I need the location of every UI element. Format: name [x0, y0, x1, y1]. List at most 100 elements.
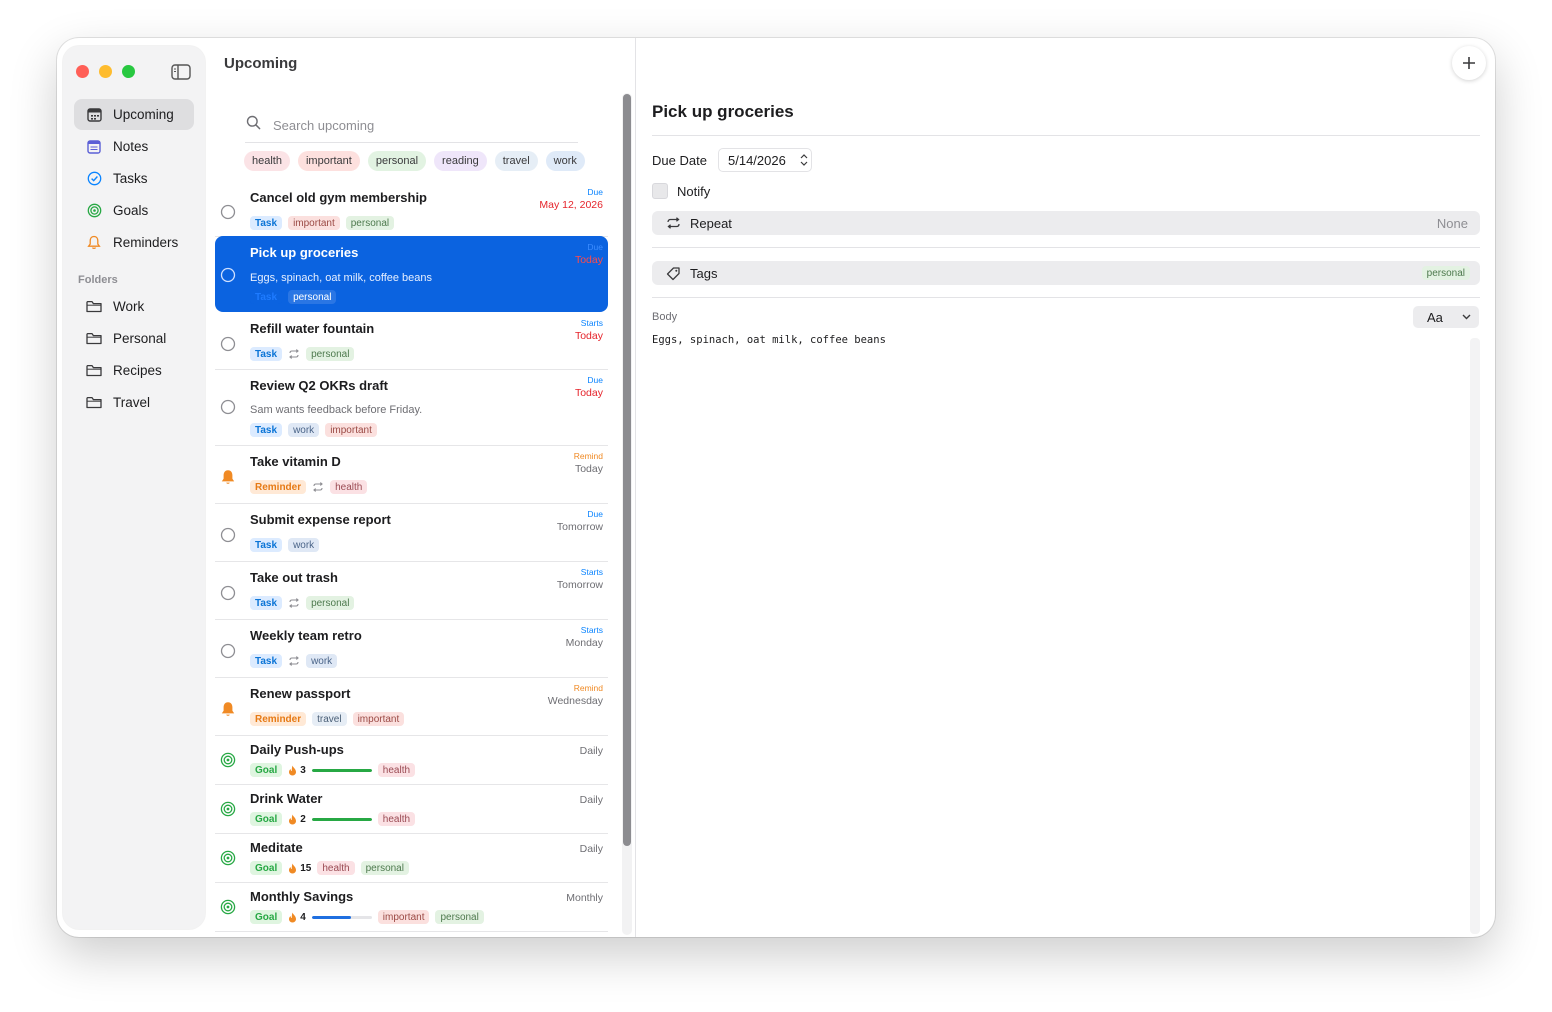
- item-tags: Task personal: [250, 347, 355, 361]
- type-badge: Reminder: [250, 480, 307, 494]
- list-item[interactable]: Review Q2 OKRs draft Sam wants feedback …: [215, 369, 608, 446]
- target-icon: [220, 899, 236, 915]
- item-tags: Goal 15 health personal: [250, 861, 409, 875]
- search-bar: [245, 108, 578, 143]
- body-editor[interactable]: Eggs, spinach, oat milk, coffee beans: [652, 334, 886, 346]
- item-title: Take vitamin D: [250, 454, 341, 469]
- repeat-icon: [312, 481, 324, 493]
- empty-circle-icon[interactable]: [220, 399, 236, 415]
- date-stepper-icon[interactable]: [799, 152, 809, 168]
- sidebar-folder-personal[interactable]: Personal: [74, 323, 194, 354]
- notify-toggle[interactable]: Notify: [652, 183, 710, 199]
- font-style-button[interactable]: Aa: [1413, 306, 1479, 328]
- close-window-button[interactable]: [76, 65, 89, 78]
- item-title: Drink Water: [250, 791, 323, 806]
- tag-badge: personal: [360, 861, 409, 875]
- sidebar-item-upcoming[interactable]: Upcoming: [74, 99, 194, 130]
- list-item[interactable]: Take out trash Task personal Starts Tomo…: [215, 561, 608, 620]
- sidebar-item-tasks[interactable]: Tasks: [74, 163, 194, 194]
- empty-circle-icon[interactable]: [220, 585, 236, 601]
- list-item[interactable]: Cancel old gym membership Task important…: [215, 181, 608, 237]
- sidebar-folder-travel[interactable]: Travel: [74, 387, 194, 418]
- date-value: Today: [574, 254, 603, 266]
- date-kind-label: Due: [587, 375, 603, 385]
- filter-chip-reading[interactable]: reading: [434, 151, 487, 171]
- list-item[interactable]: Monthly Savings Goal 4 important persona…: [215, 882, 608, 932]
- empty-circle-icon[interactable]: [220, 336, 236, 352]
- sidebar-toggle-icon[interactable]: [171, 63, 191, 81]
- page-title: Upcoming: [224, 55, 298, 72]
- tag-badge: important: [352, 712, 405, 726]
- date-kind-label: Starts: [580, 567, 603, 577]
- list-item[interactable]: Meditate Goal 15 health personal Daily: [215, 833, 608, 883]
- date-kind-label: Due: [587, 242, 603, 252]
- repeat-row[interactable]: Repeat None: [652, 211, 1480, 235]
- tag-badge: work: [306, 654, 338, 668]
- type-badge: Task: [250, 347, 283, 361]
- empty-circle-icon[interactable]: [220, 267, 236, 283]
- notify-checkbox[interactable]: [652, 183, 668, 199]
- body-label: Body: [652, 311, 678, 323]
- divider: [652, 247, 1480, 248]
- due-date-label: Due Date: [652, 153, 707, 168]
- empty-circle-icon[interactable]: [220, 643, 236, 659]
- search-input[interactable]: [271, 114, 565, 136]
- sidebar-item-goals[interactable]: Goals: [74, 195, 194, 226]
- zoom-window-button[interactable]: [122, 65, 135, 78]
- target-icon: [85, 202, 103, 220]
- divider: [652, 297, 1480, 298]
- list-item[interactable]: Daily Push-ups Goal 3 health Daily: [215, 735, 608, 785]
- type-badge: Task: [250, 290, 283, 304]
- list-item[interactable]: Renew passport Reminder travel important…: [215, 677, 608, 736]
- filter-chip-important[interactable]: important: [297, 151, 360, 171]
- type-badge: Goal: [250, 812, 283, 826]
- body-scrollbar-track[interactable]: [1470, 338, 1480, 934]
- upcoming-list: Cancel old gym membership Task important…: [215, 181, 608, 934]
- item-title: Monthly Savings: [250, 889, 354, 904]
- tag-filter-row: health important personal reading travel…: [244, 151, 585, 171]
- folder-icon: [85, 330, 103, 348]
- detail-title[interactable]: Pick up groceries: [652, 102, 794, 122]
- date-value: Today: [574, 330, 603, 342]
- due-date-picker[interactable]: 5/14/2026: [718, 148, 812, 172]
- tag-badge: health: [377, 763, 416, 777]
- sidebar-folder-work[interactable]: Work: [74, 291, 194, 322]
- filter-chip-health[interactable]: health: [244, 151, 290, 171]
- tag-badge: personal: [435, 910, 484, 924]
- tag-badge[interactable]: personal: [1421, 266, 1470, 280]
- list-item[interactable]: Submit expense report Task work Due Tomo…: [215, 503, 608, 562]
- date-value: Monday: [565, 637, 603, 649]
- sidebar-folder-label: Travel: [113, 395, 151, 410]
- list-scrollbar-thumb[interactable]: [623, 94, 631, 846]
- tags-row[interactable]: Tags personal: [652, 261, 1480, 285]
- item-title: Refill water fountain: [250, 321, 375, 336]
- item-title: Take out trash: [250, 570, 338, 585]
- sidebar-item-reminders[interactable]: Reminders: [74, 227, 194, 258]
- item-tags: Task personal: [250, 290, 337, 304]
- list-item[interactable]: Refill water fountain Task personal Star…: [215, 312, 608, 370]
- sidebar-item-notes[interactable]: Notes: [74, 131, 194, 162]
- sidebar-item-label: Reminders: [113, 235, 179, 250]
- empty-circle-icon[interactable]: [220, 527, 236, 543]
- sidebar-folder-recipes[interactable]: Recipes: [74, 355, 194, 386]
- font-style-label: Aa: [1427, 309, 1443, 325]
- list-item[interactable]: Take vitamin D Reminder health Remind To…: [215, 445, 608, 504]
- chevron-down-icon: [1462, 314, 1471, 320]
- filter-chip-personal[interactable]: personal: [367, 151, 427, 171]
- item-title: Cancel old gym membership: [250, 190, 427, 205]
- list-item[interactable]: Drink Water Goal 2 health Daily: [215, 784, 608, 834]
- list-item[interactable]: Weekly team retro Task work Starts Monda…: [215, 619, 608, 678]
- minimize-window-button[interactable]: [99, 65, 112, 78]
- add-item-button[interactable]: [1452, 46, 1486, 80]
- filter-chip-travel[interactable]: travel: [494, 151, 538, 171]
- item-title: Renew passport: [250, 686, 351, 701]
- list-item-selected[interactable]: Pick up groceries Eggs, spinach, oat mil…: [215, 236, 608, 312]
- repeat-value: None: [1436, 215, 1468, 231]
- type-badge: Goal: [250, 910, 283, 924]
- plus-icon: [1463, 57, 1475, 69]
- folders-heading: Folders: [78, 274, 118, 286]
- empty-circle-icon[interactable]: [220, 204, 236, 220]
- filter-chip-work[interactable]: work: [545, 151, 585, 171]
- item-subtitle: Sam wants feedback before Friday.: [250, 404, 423, 416]
- item-title: Submit expense report: [250, 512, 391, 527]
